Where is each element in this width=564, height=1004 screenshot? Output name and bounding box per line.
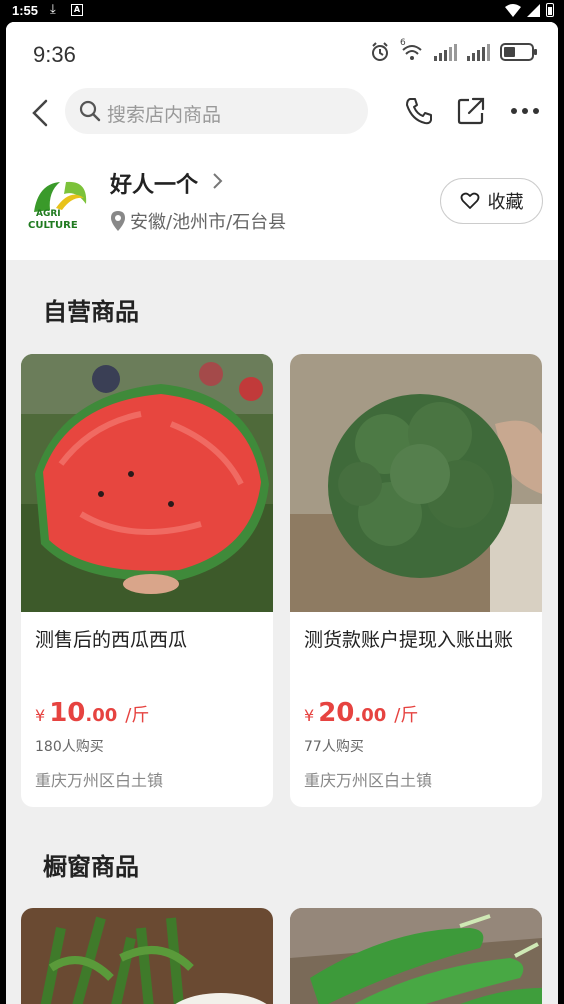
- price-decimal: .00: [85, 705, 118, 726]
- phone-screen: 9:36 6 搜索店内商品 AGRI CULTURE 好人一个 安徽/池州市/石…: [6, 22, 558, 1004]
- shop-logo[interactable]: AGRI CULTURE: [26, 174, 94, 234]
- search-placeholder: 搜索店内商品: [107, 104, 222, 126]
- download-icon: ⤓: [50, 2, 56, 17]
- section-title-self-operated: 自营商品: [43, 298, 139, 326]
- product-image-cucumber[interactable]: [290, 908, 542, 1004]
- system-indicators: [505, 3, 554, 17]
- product-price: ¥ 10 .00 /斤: [35, 698, 149, 728]
- price-currency: ¥: [304, 706, 315, 725]
- favorite-label: 收藏: [487, 192, 524, 213]
- sold-count: 180人购买: [35, 739, 104, 755]
- system-status-bar: 1:55 ⤓ A: [0, 0, 564, 22]
- wifi-icon: [505, 3, 521, 17]
- signal-bars-icon: [434, 43, 457, 61]
- price-unit: /斤: [394, 705, 419, 726]
- product-card[interactable]: 测售后的西瓜西瓜 ¥ 10 .00 /斤 180人购买 重庆万州区白土镇: [21, 354, 273, 807]
- sold-count: 77人购买: [304, 739, 364, 755]
- showcase-product-card[interactable]: [290, 908, 542, 1004]
- signal-icon: [527, 3, 540, 17]
- back-arrow-icon[interactable]: [28, 98, 52, 128]
- section-title-showcase: 橱窗商品: [43, 853, 139, 881]
- battery-icon: [546, 3, 554, 17]
- product-title[interactable]: 测售后的西瓜西瓜: [35, 624, 261, 656]
- shop-location: 安徽/池州市/石台县: [110, 208, 286, 234]
- device-indicators: 6: [370, 38, 537, 62]
- app-notification-icon: A: [71, 4, 83, 16]
- product-title[interactable]: 测货款账户提现入账出账: [304, 624, 530, 656]
- product-card[interactable]: 测货款账户提现入账出账 ¥ 20 .00 /斤 77人购买 重庆万州区白土镇: [290, 354, 542, 807]
- signal-bars-icon-2: [467, 43, 490, 61]
- heart-icon: [460, 192, 479, 209]
- product-image-radish[interactable]: [21, 908, 273, 1004]
- share-icon[interactable]: [456, 96, 486, 126]
- more-icon[interactable]: [510, 96, 540, 126]
- top-navigation: 搜索店内商品: [6, 84, 558, 154]
- svg-text:AGRI: AGRI: [36, 209, 61, 219]
- product-address: 重庆万州区白土镇: [304, 771, 433, 790]
- search-icon: [79, 100, 101, 122]
- product-price: ¥ 20 .00 /斤: [304, 698, 418, 728]
- favorite-button[interactable]: 收藏: [440, 178, 543, 224]
- chevron-right-icon[interactable]: [210, 171, 224, 191]
- device-status-bar: 9:36 6: [6, 22, 558, 84]
- location-pin-icon: [111, 211, 125, 231]
- phone-icon[interactable]: [404, 96, 434, 126]
- product-image-broccoli[interactable]: [290, 354, 542, 612]
- shop-header: AGRI CULTURE 好人一个 安徽/池州市/石台县 收藏: [6, 154, 558, 260]
- system-time: 1:55: [12, 3, 39, 18]
- wifi-6-icon: 6: [400, 38, 424, 62]
- shop-location-text: 安徽/池州市/石台县: [130, 212, 287, 233]
- price-integer: 20: [318, 698, 355, 728]
- price-currency: ¥: [35, 706, 46, 725]
- price-decimal: .00: [354, 705, 387, 726]
- product-address: 重庆万州区白土镇: [35, 771, 164, 790]
- device-time: 9:36: [33, 42, 76, 67]
- shop-name[interactable]: 好人一个: [110, 167, 198, 199]
- search-input[interactable]: 搜索店内商品: [65, 88, 368, 134]
- price-unit: /斤: [125, 705, 150, 726]
- product-image-watermelon[interactable]: [21, 354, 273, 612]
- showcase-product-card[interactable]: [21, 908, 273, 1004]
- alarm-icon: [372, 42, 388, 61]
- battery-icon: [500, 43, 537, 61]
- price-integer: 10: [49, 698, 86, 728]
- svg-text:CULTURE: CULTURE: [28, 220, 78, 231]
